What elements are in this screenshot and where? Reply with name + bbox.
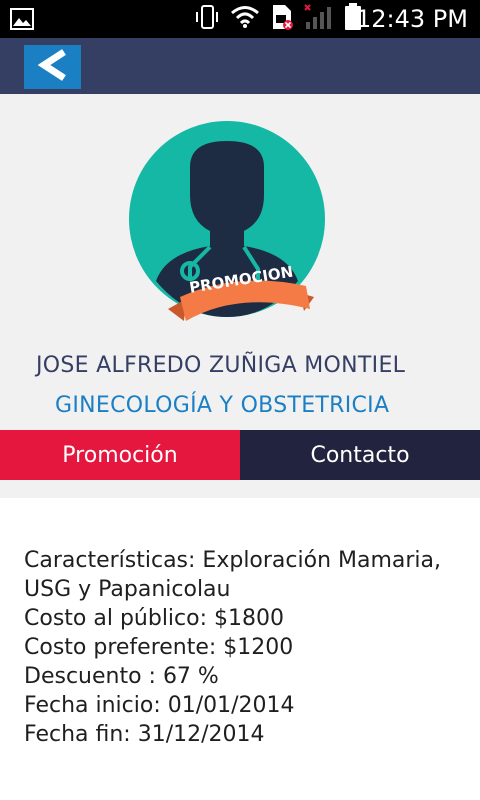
doctor-name: JOSE ALFREDO ZUÑIGA MONTIEL: [36, 353, 406, 378]
costo-preferente-text: Costo preferente: $1200: [24, 635, 294, 660]
vibrate-icon: [194, 4, 220, 34]
descuento-text: Descuento : 67 %: [24, 664, 219, 689]
tab-promocion-label: Promoción: [62, 442, 178, 468]
signal-icon: [304, 4, 334, 34]
status-bar: 12:43 PM: [0, 0, 480, 38]
tab-contacto-label: Contacto: [310, 442, 410, 468]
doctor-avatar: PROMOCION: [128, 121, 328, 331]
back-button[interactable]: [24, 45, 81, 89]
promotion-details: Características: Exploración Mamaria, US…: [24, 546, 464, 749]
costo-publico-text: Costo al público: $1800: [24, 606, 284, 631]
tab-bar: Promoción Contacto: [0, 430, 480, 489]
fecha-fin-text: Fecha fin: 31/12/2014: [24, 722, 265, 747]
tab-contacto[interactable]: Contacto: [240, 430, 480, 480]
sim-icon: [270, 3, 294, 35]
tab-promocion[interactable]: Promoción: [0, 430, 240, 489]
status-icons: [194, 3, 362, 35]
back-arrow-icon: [37, 48, 68, 86]
caracteristicas-text: Características: Exploración Mamaria, US…: [24, 548, 442, 602]
image-icon: [10, 8, 34, 30]
fecha-inicio-text: Fecha inicio: 01/01/2014: [24, 693, 295, 718]
divider-strip: [0, 480, 480, 498]
wifi-icon: [230, 5, 260, 33]
status-time: 12:43 PM: [356, 5, 468, 33]
doctor-specialty: GINECOLOGÍA Y OBSTETRICIA: [55, 393, 390, 418]
